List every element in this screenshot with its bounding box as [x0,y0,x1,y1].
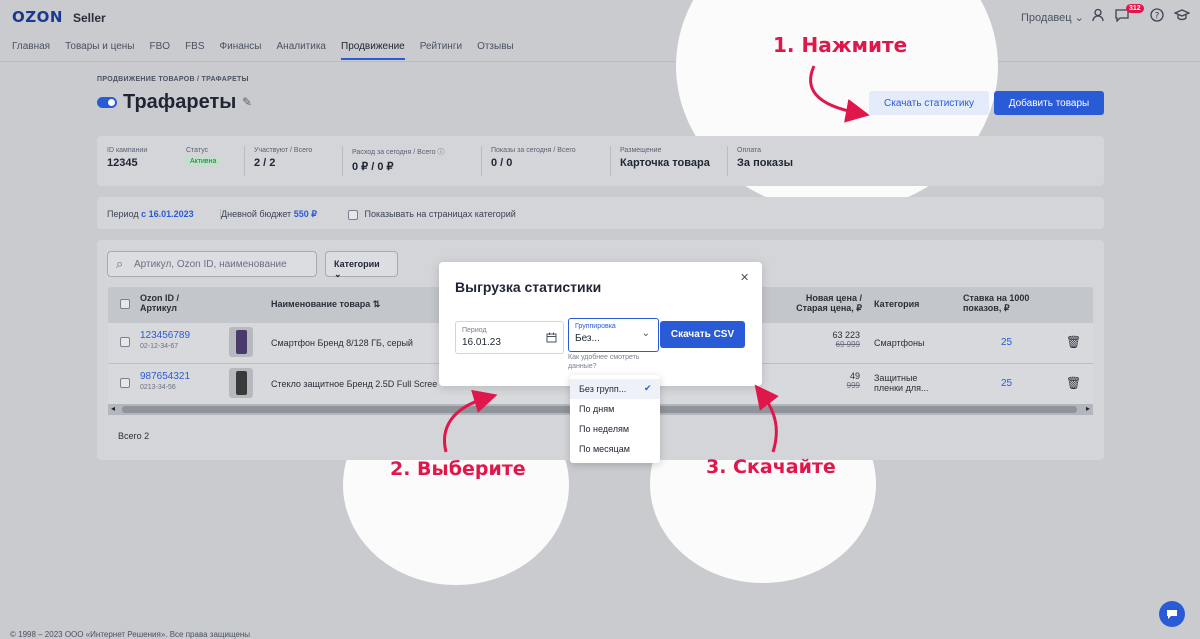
arrow-step1 [809,65,870,123]
arrow-step2 [443,389,498,453]
arrow-step3 [754,384,779,453]
annotation-arrows [443,65,870,453]
